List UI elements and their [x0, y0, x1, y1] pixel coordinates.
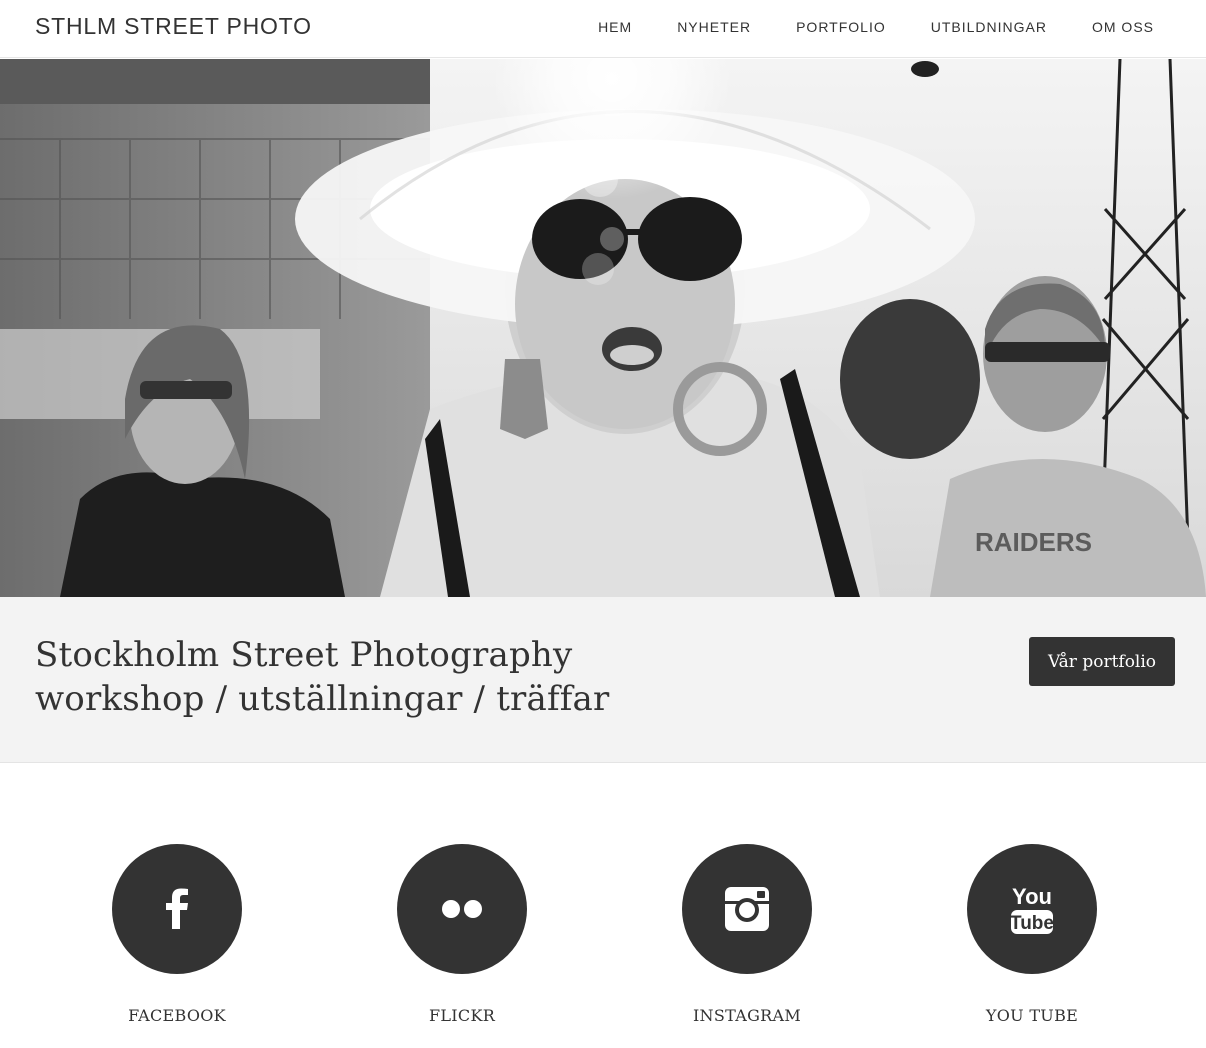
social-label-instagram[interactable]: INSTAGRAM: [647, 1006, 847, 1025]
nav-item-utbildningar[interactable]: UTBILDNINGAR: [931, 19, 1047, 35]
instagram-icon[interactable]: [682, 844, 812, 974]
social-label-youtube[interactable]: YOU TUBE: [932, 1006, 1132, 1025]
social-label-facebook[interactable]: FACEBOOK: [77, 1006, 277, 1025]
nav-item-om-oss[interactable]: OM OSS: [1092, 19, 1154, 35]
main-nav: HEM NYHETER PORTFOLIO UTBILDNINGAR OM OS…: [553, 19, 1154, 35]
social-item-facebook[interactable]: FACEBOOK: [77, 844, 277, 1025]
intro-heading: Stockholm Street Photography: [35, 635, 573, 675]
nav-item-hem[interactable]: HEM: [598, 19, 632, 35]
social-item-instagram[interactable]: INSTAGRAM: [647, 844, 847, 1025]
intro-subheading: workshop / utställningar / träffar: [35, 679, 610, 719]
social-label-flickr[interactable]: FLICKR: [362, 1006, 562, 1025]
hero-image: RAIDERS: [0, 59, 1206, 597]
nav-item-portfolio[interactable]: PORTFOLIO: [796, 19, 886, 35]
portfolio-button[interactable]: Vår portfolio: [1029, 637, 1175, 686]
hero-photo: RAIDERS: [0, 59, 1206, 597]
site-logo[interactable]: STHLM STREET PHOTO: [35, 13, 312, 40]
svg-text:You: You: [1012, 884, 1052, 909]
social-item-youtube[interactable]: You Tube YOU TUBE: [932, 844, 1132, 1025]
facebook-icon[interactable]: [112, 844, 242, 974]
site-header: STHLM STREET PHOTO HEM NYHETER PORTFOLIO…: [0, 0, 1206, 58]
social-item-flickr[interactable]: FLICKR: [362, 844, 562, 1025]
svg-text:Tube: Tube: [1010, 913, 1054, 934]
intro-band: Stockholm Street Photography workshop / …: [0, 597, 1206, 763]
flickr-icon[interactable]: [397, 844, 527, 974]
social-links: FACEBOOK FLICKR INSTAGRAM You Tube YOU T…: [0, 764, 1206, 1048]
youtube-icon[interactable]: You Tube: [967, 844, 1097, 974]
svg-text:RAIDERS: RAIDERS: [975, 527, 1092, 557]
nav-item-nyheter[interactable]: NYHETER: [677, 19, 751, 35]
